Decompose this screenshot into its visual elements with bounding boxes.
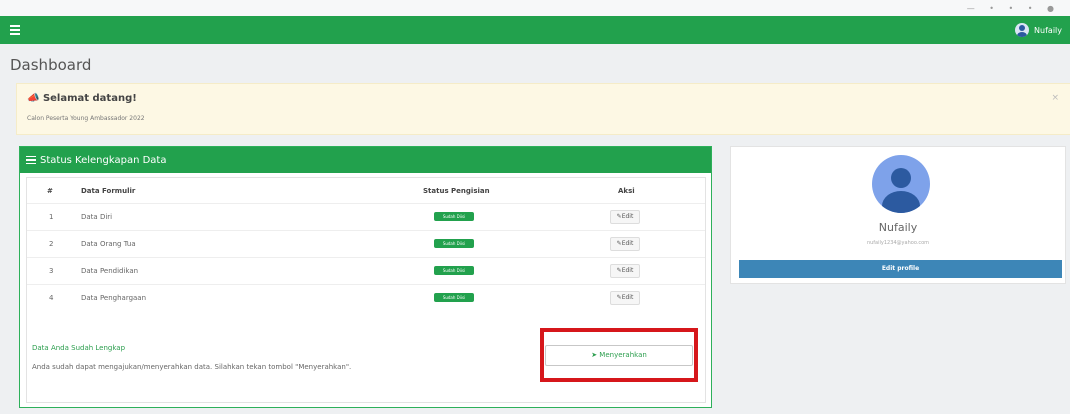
row-number: 2 (49, 240, 54, 248)
status-card-header: Status Kelengkapan Data (20, 147, 711, 173)
edit-button[interactable]: ✎Edit (610, 291, 640, 305)
row-number: 1 (49, 213, 54, 221)
table-row: 1 Data Diri Sudah Diisi ✎Edit (27, 203, 705, 230)
alert-subtitle: Calon Peserta Young Ambassador 2022 (27, 115, 145, 122)
column-header-name: Data Formulir (81, 187, 136, 195)
profile-avatar-icon (872, 155, 930, 213)
profile-card: Nufaily nufaily1234@yahoo.com Edit profi… (730, 146, 1066, 284)
status-card-title: Status Kelengkapan Data (40, 154, 167, 166)
alert-title: Selamat datang! (42, 93, 137, 104)
browser-top-strip: — • • • ● (0, 0, 1070, 16)
submit-label: Menyerahkan (599, 351, 647, 359)
user-avatar-icon (1015, 23, 1030, 37)
user-menu[interactable]: Nufaily (1015, 23, 1062, 37)
edit-button[interactable]: ✎Edit (610, 237, 640, 251)
edit-profile-button[interactable]: Edit profile (739, 260, 1062, 278)
column-header-no: # (47, 187, 53, 195)
user-name: Nufaily (1034, 25, 1062, 35)
row-name: Data Penghargaan (81, 294, 147, 302)
row-name: Data Diri (81, 213, 113, 221)
submit-hint-text: Anda sudah dapat mengajukan/menyerahkan … (32, 363, 352, 371)
row-number: 4 (49, 294, 54, 302)
data-complete-text: Data Anda Sudah Lengkap (32, 344, 126, 352)
submit-button[interactable]: ➤ Menyerahkan (545, 345, 693, 366)
megaphone-icon: 📣 (27, 93, 40, 104)
edit-button[interactable]: ✎Edit (610, 264, 640, 278)
table-row: 2 Data Orang Tua Sudah Diisi ✎Edit (27, 230, 705, 257)
status-badge: Sudah Diisi (434, 293, 474, 302)
profile-name: Nufaily (878, 221, 918, 234)
table-row: 4 Data Penghargaan Sudah Diisi ✎Edit (27, 284, 705, 311)
alert-close-button[interactable]: × (1051, 93, 1059, 103)
profile-email: nufaily1234@yahoo.com (866, 240, 930, 246)
row-name: Data Orang Tua (81, 240, 136, 248)
paper-plane-icon: ➤ (591, 351, 598, 359)
welcome-alert: 📣 Selamat datang! Calon Peserta Young Am… (16, 83, 1070, 135)
window-controls[interactable]: — • • • ● (967, 4, 1060, 13)
page-title: Dashboard (10, 56, 92, 74)
status-badge: Sudah Diisi (434, 266, 474, 275)
status-badge: Sudah Diisi (434, 239, 474, 248)
top-navbar: Nufaily (0, 16, 1070, 44)
row-number: 3 (49, 267, 54, 275)
row-name: Data Pendidikan (81, 267, 139, 275)
status-badge: Sudah Diisi (434, 212, 474, 221)
list-icon (26, 155, 36, 165)
edit-button[interactable]: ✎Edit (610, 210, 640, 224)
menu-toggle-icon[interactable] (10, 25, 20, 35)
column-header-action: Aksi (618, 187, 635, 195)
table-row: 3 Data Pendidikan Sudah Diisi ✎Edit (27, 257, 705, 284)
column-header-status: Status Pengisian (423, 187, 490, 195)
